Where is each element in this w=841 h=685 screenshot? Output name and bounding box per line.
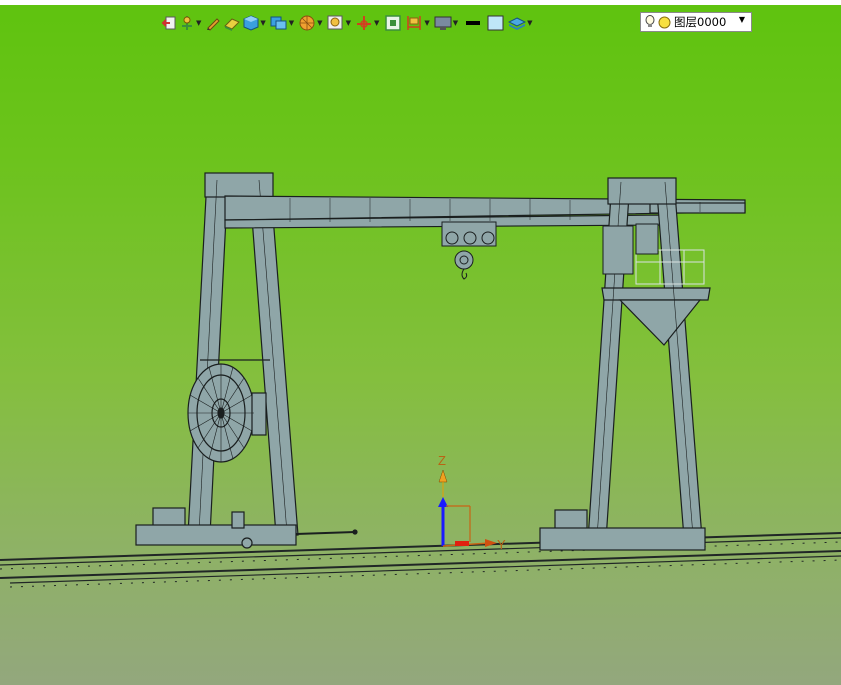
chevron-down-icon[interactable]: ▼ [453,13,458,33]
frame-icon [385,15,402,31]
zoom-window-icon [327,15,343,30]
zoom-window-button[interactable]: ▼ [326,13,354,33]
z-axis-label: Z [438,453,446,468]
exit-button[interactable] [160,13,178,33]
layer-select[interactable]: 图层0000 ▼ [640,12,752,32]
layer-name: 图层0000 [674,15,727,29]
exit-icon [161,16,176,30]
view-cube-icon [270,16,287,30]
layers-button[interactable]: ▼ [507,13,535,33]
chevron-down-icon[interactable]: ▼ [739,15,745,24]
chevron-down-icon[interactable]: ▼ [374,13,379,33]
snap-icon [182,16,192,30]
snap-button[interactable]: ▼ [178,13,204,33]
rail-track [0,532,841,588]
pencil-icon [207,18,221,31]
chevron-down-icon[interactable]: ▼ [317,13,322,33]
chevron-down-icon[interactable]: ▼ [196,13,201,33]
chevron-down-icon[interactable]: ▼ [260,13,265,33]
chevron-down-icon[interactable]: ▼ [527,13,532,33]
chevron-down-icon[interactable]: ▼ [346,13,351,33]
eraser-button[interactable] [222,13,242,33]
ucs-axes [438,469,497,547]
view-toolbar: ▼ ▼ ▼ ▼ ▼ ▼ ▼ ▼ ▼ [160,12,536,34]
chevron-down-icon[interactable]: ▼ [424,13,429,33]
chevron-down-icon[interactable]: ▼ [289,13,294,33]
dimension-icon [407,16,422,30]
line-weight-button[interactable] [461,13,485,33]
y-axis-label: Y [497,537,506,552]
freeze-sun-icon[interactable] [658,16,671,29]
color-swatch-icon [487,15,504,31]
crane-model: Z Y [0,172,841,588]
cube-button[interactable]: ▼ [242,13,268,33]
dimension-button[interactable]: ▼ [404,13,432,33]
pan-button[interactable]: ▼ [354,13,382,33]
right-bogie [539,509,706,551]
cube-icon [243,15,259,31]
color-swatch-button[interactable] [485,13,507,33]
pencil-button[interactable] [204,13,222,33]
display-icon [434,16,452,30]
pan-axis-icon [356,16,371,30]
3d-viewport[interactable]: Z Y ▼ ▼ ▼ ▼ ▼ ▼ ▼ ▼ ▼ 图层0000 ▼ [0,5,841,685]
frame-button[interactable] [382,13,404,33]
render-sphere-icon [299,15,315,31]
line-weight-icon [466,21,481,25]
lightbulb-icon[interactable] [645,15,655,29]
render-button[interactable]: ▼ [297,13,325,33]
layers-icon [508,17,527,30]
display-button[interactable]: ▼ [433,13,461,33]
left-bogie [135,507,358,549]
hoist-trolley [441,221,497,280]
eraser-icon [224,18,241,31]
view-cube-button[interactable]: ▼ [269,13,297,33]
